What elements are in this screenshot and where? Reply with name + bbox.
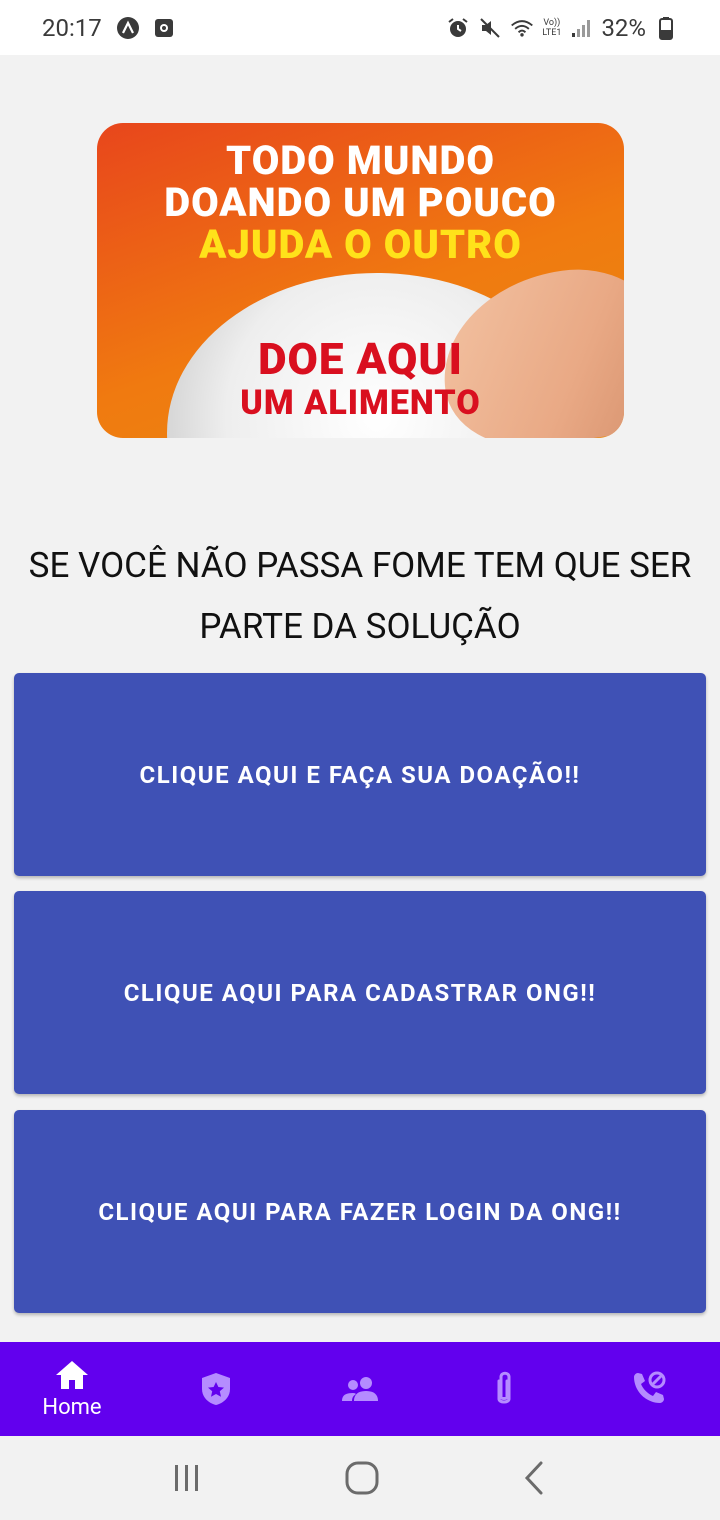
headline-text: SE VOCÊ NÃO PASSA FOME TEM QUE SER PARTE… [28, 545, 692, 647]
register-ong-button[interactable]: CLIQUE AQUI PARA CADASTRAR ONG!! [14, 891, 706, 1094]
register-ong-button-label: CLIQUE AQUI PARA CADASTRAR ONG!! [123, 978, 597, 1007]
back-icon[interactable] [521, 1460, 549, 1496]
banner-line-1: TODO MUNDO [226, 137, 495, 184]
home-icon [56, 1360, 88, 1389]
donation-banner-image: TODO MUNDO DOANDO UM POUCO AJUDA O OUTRO… [97, 123, 624, 438]
login-ong-button-label: CLIQUE AQUI PARA FAZER LOGIN DA ONG!! [98, 1197, 622, 1226]
donate-button-label: CLIQUE AQUI E FAÇA SUA DOAÇÃO!! [139, 760, 581, 789]
battery-icon [654, 16, 678, 40]
alarm-icon [446, 16, 470, 40]
banner-line-5: UM ALIMENTO [240, 383, 481, 423]
signal-icon [569, 16, 593, 40]
people-icon [342, 1377, 378, 1401]
status-bar: 20:17 Vo)) LTE1 32% [0, 0, 720, 55]
donate-button[interactable]: CLIQUE AQUI E FAÇA SUA DOAÇÃO!! [14, 673, 706, 876]
battery-percent: 32% [601, 13, 646, 42]
paperclip-icon [497, 1371, 511, 1404]
mute-icon [478, 16, 502, 40]
home-button-icon[interactable] [344, 1460, 380, 1496]
status-time: 20:17 [42, 13, 102, 42]
bottom-navigation: Home [0, 1342, 720, 1436]
volte-label: Vo)) LTE1 [542, 18, 561, 38]
volte-text: Vo)) [543, 17, 561, 28]
recent-apps-icon[interactable] [171, 1461, 203, 1495]
screen-record-icon [152, 16, 176, 40]
nav-item-people[interactable] [288, 1342, 432, 1436]
nav-item-phone[interactable] [576, 1342, 720, 1436]
login-ong-button[interactable]: CLIQUE AQUI PARA FAZER LOGIN DA ONG!! [14, 1110, 706, 1313]
status-left-icons [116, 16, 176, 40]
phone-blocked-icon [634, 1371, 666, 1403]
main-content: TODO MUNDO DOANDO UM POUCO AJUDA O OUTRO… [0, 55, 720, 1342]
banner-line-4: DOE AQUI [258, 333, 463, 385]
lte-text: LTE1 [542, 27, 562, 38]
banner-line-3: AJUDA O OUTRO [199, 221, 522, 268]
badge-star-icon [202, 1373, 230, 1405]
status-right-icons: Vo)) LTE1 32% [446, 14, 678, 42]
nav-item-badge[interactable] [144, 1342, 288, 1436]
wifi-icon [510, 16, 534, 40]
nav-item-attachment[interactable] [432, 1342, 576, 1436]
nav-item-home-label: Home [42, 1394, 102, 1420]
system-navigation-bar [0, 1436, 720, 1520]
nav-item-home[interactable]: Home [0, 1342, 144, 1436]
banner-line-2: DOANDO UM POUCO [164, 179, 557, 226]
app-a-icon [116, 16, 140, 40]
